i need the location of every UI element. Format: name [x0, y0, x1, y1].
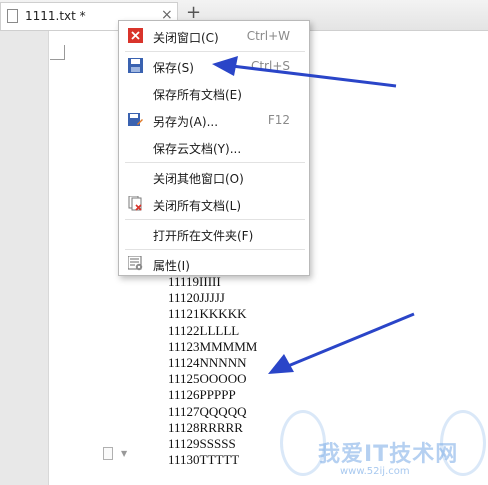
- menu-item-label: 关闭所有文档(L): [153, 199, 242, 213]
- menu-item-close-others[interactable]: 关闭其他窗口(O): [120, 164, 308, 190]
- text-line: 11129SSSSS: [168, 436, 236, 452]
- chevron-down-icon[interactable]: ▼: [121, 449, 127, 458]
- menu-item-save-as[interactable]: 另存为(A)... F12: [120, 107, 308, 133]
- text-line: 11124NNNNN: [168, 355, 247, 371]
- menu-item-label: 保存(S): [153, 61, 194, 75]
- menu-item-shortcut: Ctrl+S: [250, 59, 290, 73]
- close-window-icon: [128, 28, 143, 43]
- text-line: 11121KKKKK: [168, 306, 247, 322]
- close-all-icon: [128, 196, 142, 211]
- menu-separator: [125, 219, 305, 220]
- menu-item-label: 打开所在文件夹(F): [153, 229, 254, 243]
- menu-separator: [125, 249, 305, 250]
- tab-context-menu: 关闭窗口(C) Ctrl+W 保存(S) Ctrl+S 保存所有文档(E) 另存…: [118, 20, 310, 276]
- text-line: 11123MMMMM: [168, 338, 258, 354]
- menu-item-properties[interactable]: 属性(I): [120, 251, 308, 277]
- text-line: 11120JJJJJ: [168, 290, 225, 306]
- text-line: 11127QQQQQ: [168, 403, 247, 419]
- text-line: 11126PPPPP: [168, 387, 236, 403]
- menu-item-label: 保存所有文档(E): [153, 88, 242, 102]
- save-as-icon: [128, 113, 143, 126]
- menu-item-save-all[interactable]: 保存所有文档(E): [120, 80, 308, 106]
- document-text[interactable]: 11119IIIII 11120JJJJJ 11121KKKKK 11122LL…: [168, 274, 257, 468]
- menu-separator: [125, 51, 305, 52]
- save-icon: [128, 58, 143, 73]
- properties-icon: [128, 256, 143, 271]
- menu-item-label: 另存为(A)...: [153, 115, 219, 129]
- page-margin-mark: [50, 45, 65, 60]
- menu-item-label: 关闭其他窗口(O): [153, 172, 244, 186]
- text-line: 11128RRRRR: [168, 419, 243, 435]
- menu-item-save[interactable]: 保存(S) Ctrl+S: [120, 53, 308, 79]
- watermark-url: www.52ij.com: [340, 466, 410, 477]
- menu-item-close-window[interactable]: 关闭窗口(C) Ctrl+W: [120, 23, 308, 49]
- paste-options-icon[interactable]: [103, 447, 113, 460]
- menu-separator: [125, 162, 305, 163]
- text-line: 11122LLLLL: [168, 322, 240, 338]
- document-icon: [7, 9, 18, 23]
- text-line: 11125OOOOO: [168, 371, 247, 387]
- menu-item-shortcut: Ctrl+W: [246, 29, 290, 43]
- menu-item-label: 关闭窗口(C): [153, 31, 219, 45]
- menu-item-open-folder[interactable]: 打开所在文件夹(F): [120, 221, 308, 247]
- menu-item-save-cloud[interactable]: 保存云文档(Y)...: [120, 134, 308, 160]
- menu-item-close-all[interactable]: 关闭所有文档(L): [120, 191, 308, 217]
- menu-item-shortcut: F12: [267, 113, 290, 127]
- tab-title: 1111.txt *: [25, 9, 86, 23]
- watermark-logo: 我爱IT技术网: [318, 442, 459, 467]
- menu-item-label: 保存云文档(Y)...: [153, 142, 242, 156]
- menu-item-label: 属性(I): [153, 259, 190, 273]
- text-line: 11130TTTTT: [168, 452, 240, 468]
